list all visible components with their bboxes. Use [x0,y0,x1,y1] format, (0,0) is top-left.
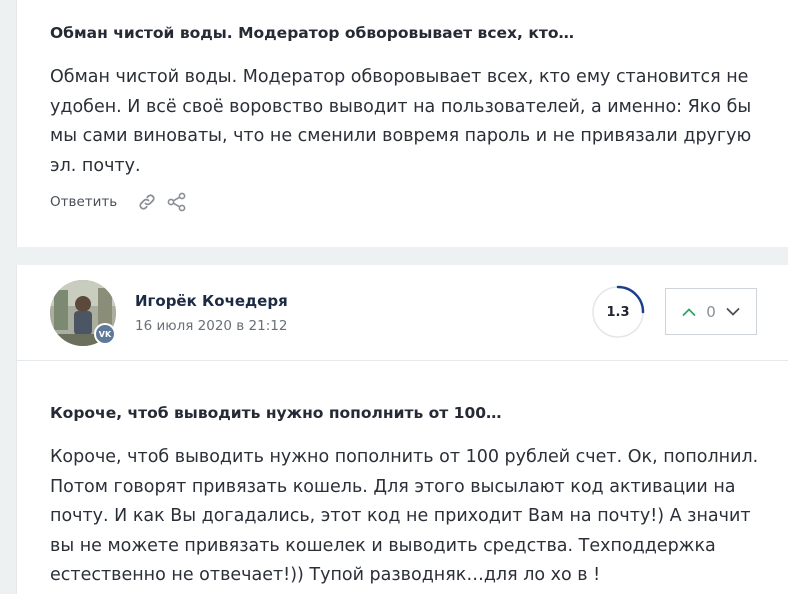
comment-body: Короче, чтоб выводить нужно пополнить от… [50,443,765,591]
author-name[interactable]: Игорёк Кочедеря [135,292,288,310]
divider [17,360,788,361]
vote-down-icon[interactable] [723,302,743,322]
comment-line: почту. И как Вы догадались, этот код не … [50,506,751,526]
comment-actions: Ответить [50,191,188,213]
comment-line: эл. почту. [50,155,141,176]
link-icon[interactable] [136,191,158,213]
comment-body: Обман чистой воды. Модератор обворовывае… [50,63,765,181]
comment-line: естественно не отвечает!)) Тупой разводн… [50,565,601,585]
comment-title: Короче, чтоб выводить нужно пополнить от… [50,404,502,422]
rating-badge: 1.3 [591,285,645,339]
share-icon[interactable] [166,191,188,213]
comment-line: удобен. И всё своё воровство выводит на … [50,96,752,117]
comment-line: Короче, чтоб выводить нужно пополнить от… [50,447,759,467]
comment-title: Обман чистой воды. Модератор обворовывае… [50,24,574,42]
vote-up-icon[interactable] [679,302,699,322]
vote-count: 0 [706,302,716,321]
comment-card: Обман чистой воды. Модератор обворовывае… [16,0,788,247]
comment-line: Потом говорят привязать кошель. Для этог… [50,476,736,497]
comment-line: Обман чистой воды. Модератор обворовывае… [50,67,749,87]
rating-value: 1.3 [606,304,630,320]
vk-badge-icon: VK [94,323,116,345]
comment-line: мы сами виноваты, что не сменили вовремя… [50,126,752,146]
reply-button[interactable]: Ответить [50,194,117,210]
vote-control: 0 [665,288,757,335]
post-date: 16 июля 2020 в 21:12 [135,318,288,334]
comment-card: VK Игорёк Кочедеря 16 июля 2020 в 21:12 … [16,265,788,594]
comment-line: вы не можете привязать кошелек и выводит… [50,535,716,556]
